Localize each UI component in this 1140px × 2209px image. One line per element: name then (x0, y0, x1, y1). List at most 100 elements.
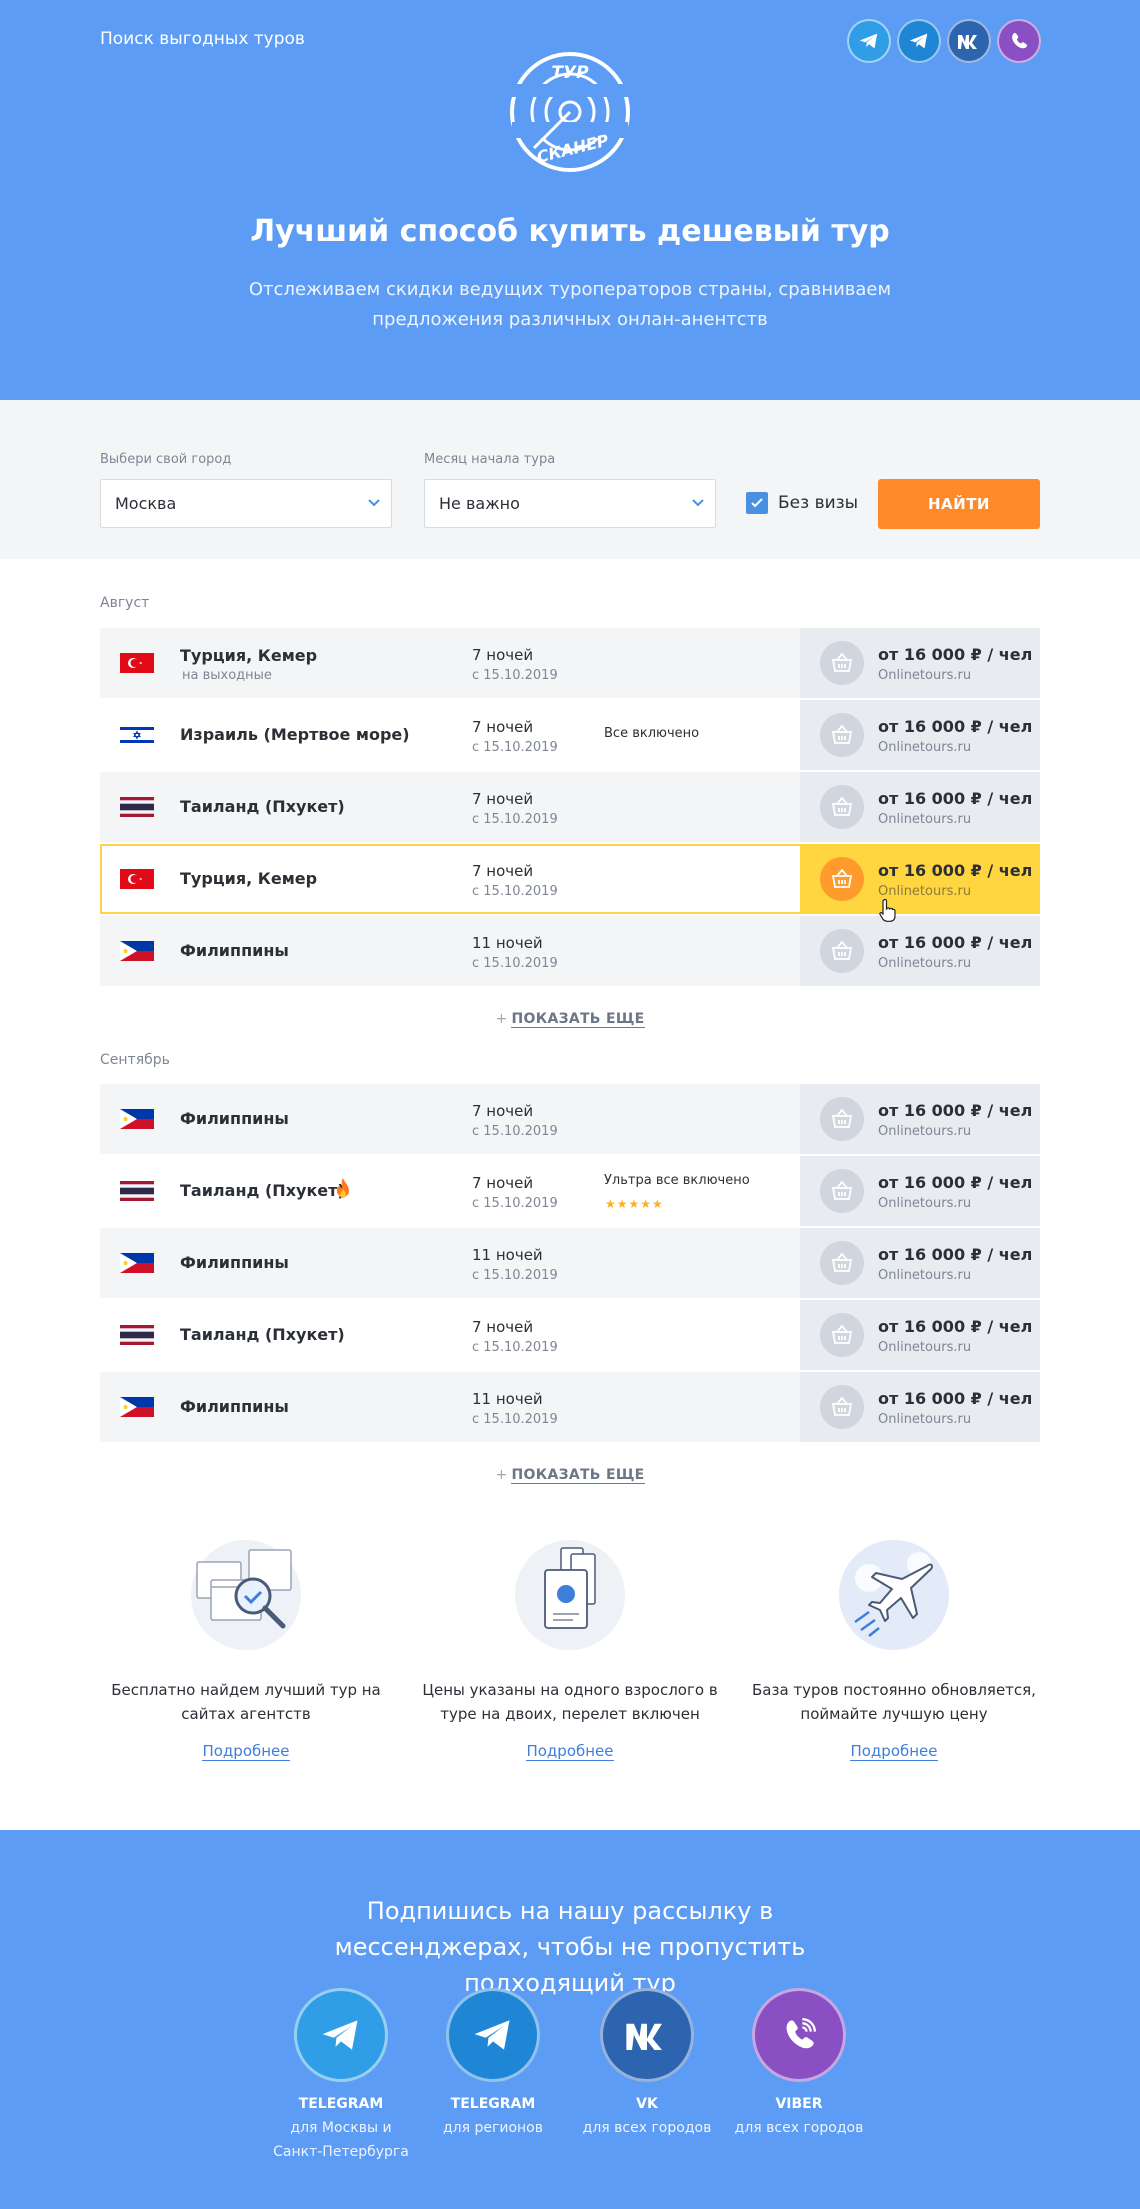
plus-icon: + (495, 1011, 508, 1027)
show-more-label[interactable]: ПОКАЗАТЬ ЕЩЕ (511, 1467, 645, 1484)
basket-icon[interactable] (820, 1169, 864, 1213)
feature-more-link[interactable]: Подробнее (526, 1742, 614, 1761)
checkbox-checked-icon[interactable] (746, 492, 768, 514)
basket-icon[interactable] (820, 1313, 864, 1357)
feature-item: Бесплатно найдем лучший тур на сайтах аг… (96, 1540, 396, 1761)
thailand-flag-icon (120, 1325, 154, 1345)
basket-icon[interactable] (820, 713, 864, 757)
telegram-icon[interactable] (847, 19, 891, 63)
tour-row[interactable]: Филиппины 11 ночей с 15.10.2019 от 16 00… (100, 1228, 1040, 1298)
telegram-icon[interactable] (897, 19, 941, 63)
tour-price-block[interactable]: от 16 000 ₽ / чел Onlinetours.ru (800, 1300, 1040, 1370)
telegram-icon[interactable] (446, 1988, 540, 2082)
tour-price-block[interactable]: от 16 000 ₽ / чел Onlinetours.ru (800, 628, 1040, 698)
basket-icon[interactable] (820, 785, 864, 829)
no-visa-label: Без визы (778, 493, 859, 513)
plus-icon: + (495, 1467, 508, 1483)
tour-date: с 15.10.2019 (472, 1412, 558, 1427)
brand-tagline: Поиск выгодных туров (100, 29, 305, 49)
tour-price: от 16 000 ₽ / чел (878, 933, 1033, 952)
messenger-viber[interactable]: VIBER для всех городов (714, 1988, 884, 2140)
tour-price: от 16 000 ₽ / чел (878, 717, 1033, 736)
philippines-flag-icon (120, 1397, 154, 1417)
messenger-vk[interactable]: VK для всех городов (562, 1988, 732, 2140)
philippines-flag-icon (120, 1253, 154, 1273)
subscribe-footer: Подпишись на нашу рассылку в мессенджера… (0, 1830, 1140, 2209)
month-select[interactable]: Не важно (424, 479, 716, 528)
logo-text-top: ТУР (551, 63, 589, 83)
tour-nights: 7 ночей (472, 646, 534, 664)
tour-row[interactable]: Таиланд (Пхукет) 7 ночей с 15.10.2019 от… (100, 772, 1040, 842)
thailand-flag-icon (120, 797, 154, 817)
tour-date: с 15.10.2019 (472, 668, 558, 683)
city-value: Москва (115, 494, 177, 513)
basket-icon[interactable] (820, 857, 864, 901)
tour-row[interactable]: Филиппины 11 ночей с 15.10.2019 от 16 00… (100, 1372, 1040, 1442)
show-more-label[interactable]: ПОКАЗАТЬ ЕЩЕ (511, 1011, 645, 1028)
thailand-flag-icon (120, 1181, 154, 1201)
tour-row[interactable]: Таиланд (Пхукет) 7 ночей с 15.10.2019 Ул… (100, 1156, 1040, 1226)
tour-row[interactable]: Турция, Кемер на выходные 7 ночей с 15.1… (100, 628, 1040, 698)
city-select[interactable]: Москва (100, 479, 392, 528)
find-button[interactable]: НАЙТИ (878, 479, 1040, 529)
hero-header: Поиск выгодных туров ТУР СКАНЕР Лучший с… (0, 0, 1140, 400)
messenger-desc: для всех городов (582, 2120, 712, 2136)
tour-date: с 15.10.2019 (472, 1196, 558, 1211)
month-value: Не важно (439, 494, 520, 513)
page-subtitle: Отслеживаем скидки ведущих туроператоров… (248, 279, 892, 330)
tour-row[interactable]: Филиппины 11 ночей с 15.10.2019 от 16 00… (100, 916, 1040, 986)
messenger-telegram-moscow[interactable]: TELEGRAM для Москвы и Санкт-Петербурга (256, 1988, 426, 2164)
basket-icon[interactable] (820, 641, 864, 685)
feature-more-link[interactable]: Подробнее (202, 1742, 290, 1761)
subscribe-title: Подпишись на нашу рассылку в мессенджера… (334, 1897, 806, 1997)
tour-price-block[interactable]: от 16 000 ₽ / чел Onlinetours.ru (800, 916, 1040, 986)
feature-text: Цены указаны на одного взрослого в туре … (422, 1681, 718, 1723)
tour-row[interactable]: Израиль (Мертвое море) 7 ночей с 15.10.2… (100, 700, 1040, 770)
tour-date: с 15.10.2019 (472, 812, 558, 827)
tour-nights: 11 ночей (472, 934, 543, 952)
fire-icon (337, 1178, 349, 1198)
basket-icon[interactable] (820, 1097, 864, 1141)
tour-row[interactable]: Таиланд (Пхукет) 7 ночей с 15.10.2019 от… (100, 1300, 1040, 1370)
tour-price-block[interactable]: от 16 000 ₽ / чел Onlinetours.ru (800, 1372, 1040, 1442)
tour-price: от 16 000 ₽ / чел (878, 1245, 1033, 1264)
telegram-icon[interactable] (294, 1988, 388, 2082)
tour-agency: Onlinetours.ru (878, 1196, 972, 1211)
city-label: Выбери свой город (100, 452, 232, 467)
tour-date: с 15.10.2019 (472, 1268, 558, 1283)
tour-price-block[interactable]: от 16 000 ₽ / чел Onlinetours.ru (800, 1084, 1040, 1154)
tour-country: Филиппины (180, 1397, 289, 1416)
show-more-september[interactable]: + ПОКАЗАТЬ ЕЩЕ (0, 1467, 1140, 1484)
tour-price-block[interactable]: от 16 000 ₽ / чел Onlinetours.ru (800, 700, 1040, 770)
tour-price-block[interactable]: от 16 000 ₽ / чел Onlinetours.ru (800, 1156, 1040, 1226)
tour-date: с 15.10.2019 (472, 1124, 558, 1139)
tour-agency: Onlinetours.ru (878, 884, 972, 899)
viber-icon[interactable] (752, 1988, 846, 2082)
vk-icon[interactable] (600, 1988, 694, 2082)
messenger-telegram-regions[interactable]: TELEGRAM для регионов (408, 1988, 578, 2140)
passport-tickets-icon (515, 1540, 625, 1650)
basket-icon[interactable] (820, 1385, 864, 1429)
show-more-august[interactable]: + ПОКАЗАТЬ ЕЩЕ (0, 1011, 1140, 1028)
browser-search-icon (191, 1540, 301, 1650)
tour-row-highlighted[interactable]: Турция, Кемер 7 ночей с 15.10.2019 от 16… (100, 844, 1040, 914)
tour-date: с 15.10.2019 (472, 956, 558, 971)
tour-price: от 16 000 ₽ / чел (878, 645, 1033, 664)
tour-price-block[interactable]: от 16 000 ₽ / чел Onlinetours.ru (800, 772, 1040, 842)
month-label: Месяц начала тура (424, 452, 556, 467)
tour-price-block[interactable]: от 16 000 ₽ / чел Onlinetours.ru (800, 844, 1040, 914)
vk-icon[interactable] (947, 19, 991, 63)
tour-agency: Onlinetours.ru (878, 1124, 972, 1139)
basket-icon[interactable] (820, 929, 864, 973)
tour-country: Таиланд (Пхукет) (180, 1181, 345, 1200)
basket-icon[interactable] (820, 1241, 864, 1285)
tour-agency: Onlinetours.ru (878, 956, 972, 971)
tour-price-block[interactable]: от 16 000 ₽ / чел Onlinetours.ru (800, 1228, 1040, 1298)
viber-icon[interactable] (997, 19, 1041, 63)
tour-agency: Onlinetours.ru (878, 668, 972, 683)
no-visa-checkbox[interactable]: Без визы (746, 492, 858, 514)
tour-row[interactable]: Филиппины 7 ночей с 15.10.2019 от 16 000… (100, 1084, 1040, 1154)
tour-date: с 15.10.2019 (472, 884, 558, 899)
tour-price: от 16 000 ₽ / чел (878, 861, 1033, 880)
feature-more-link[interactable]: Подробнее (850, 1742, 938, 1761)
